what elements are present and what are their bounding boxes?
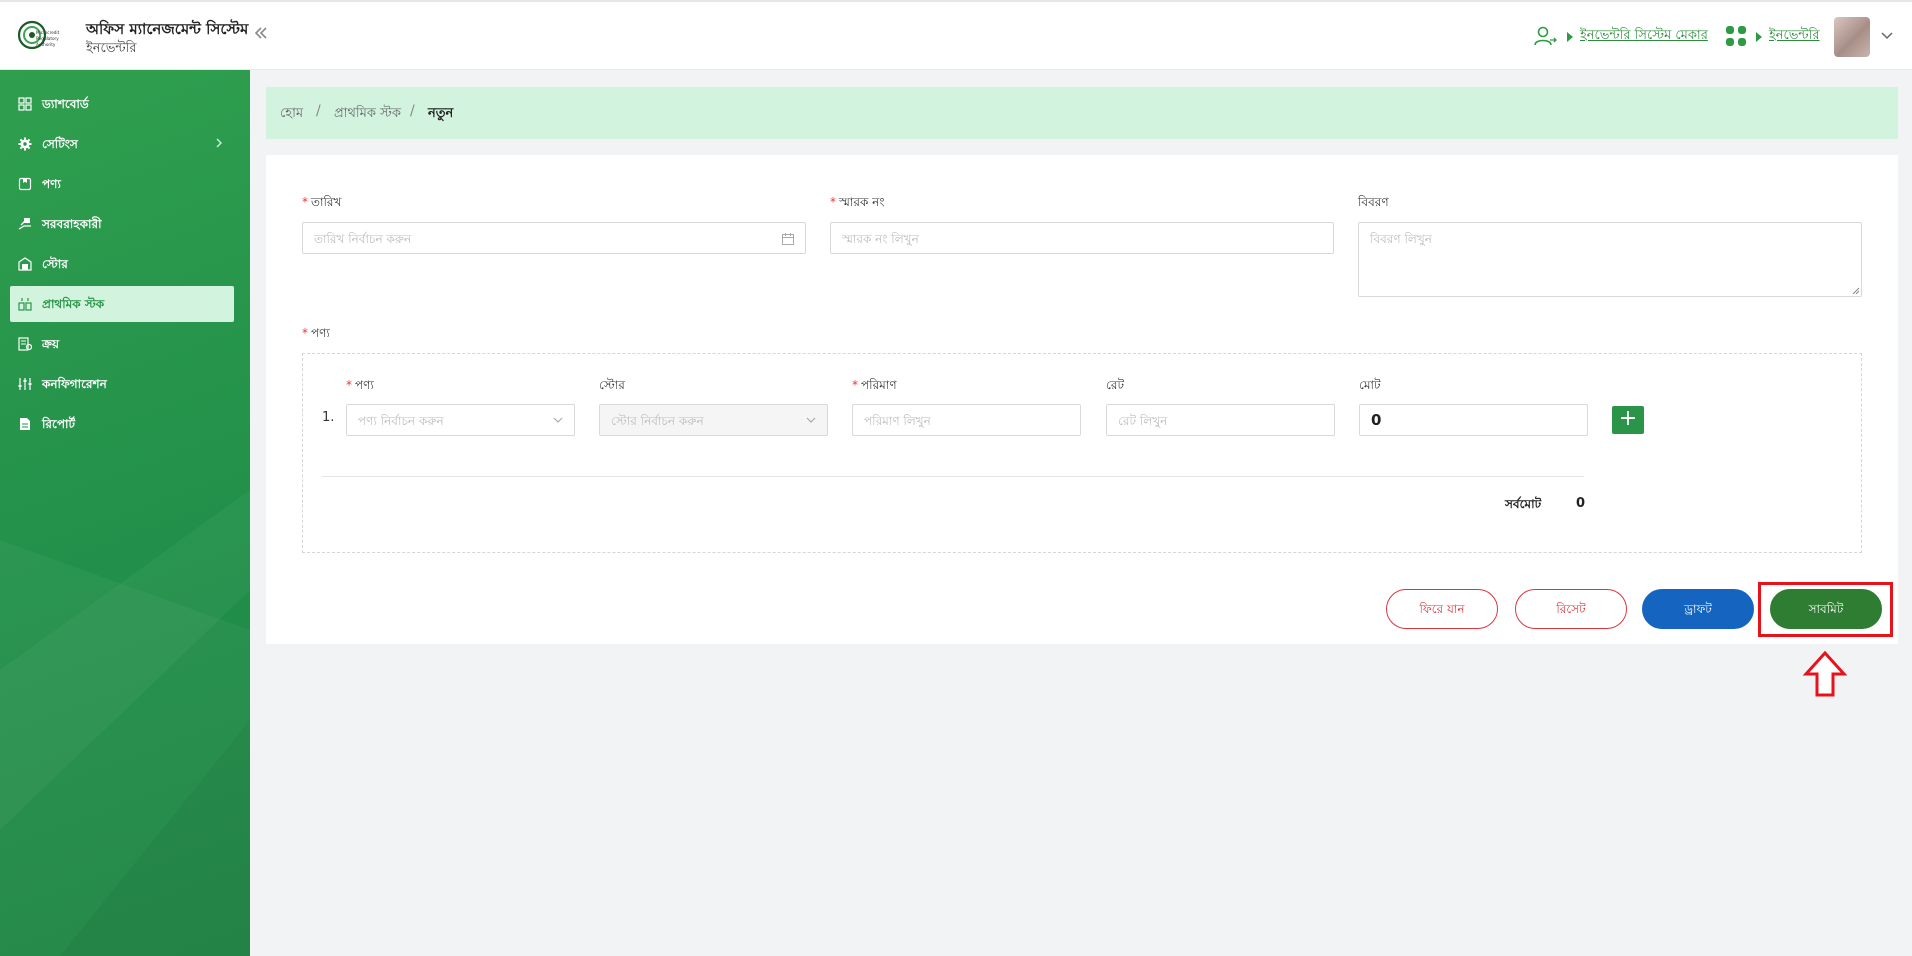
description-label: বিবরণ: [1358, 195, 1389, 209]
draft-button[interactable]: ড্রাফট: [1642, 589, 1754, 629]
chevron-down-icon: [806, 417, 816, 423]
sidebar-collapse-button[interactable]: [253, 24, 269, 46]
sidebar-item-initial-stock[interactable]: প্রাথমিক স্টক: [10, 286, 234, 322]
sidebar-item-settings[interactable]: সেটিংস: [10, 126, 234, 162]
double-chevron-left-icon: [254, 27, 267, 39]
purchase-icon: [18, 337, 32, 351]
sidebar-item-label: প্রাথমিক স্টক: [42, 297, 105, 311]
product-items-container: [302, 353, 1862, 553]
top-header: Microcredit Regulatory Authority অফিস ম্…: [0, 0, 1912, 70]
sidebar-background-pattern: [0, 490, 250, 956]
product-select-placeholder: পণ্য নির্বাচন করুন: [358, 414, 444, 428]
breadcrumb-initial-stock[interactable]: প্রাথমিক স্টক: [334, 104, 401, 125]
total-field[interactable]: 0: [1359, 404, 1588, 436]
sidebar-item-label: পণ্য: [42, 177, 61, 191]
caret-right-icon: [1756, 32, 1762, 42]
store-select[interactable]: স্টোর নির্বাচন করুন: [599, 404, 828, 436]
report-icon: [20, 418, 30, 430]
memo-placeholder: স্মারক নং লিখুন: [842, 232, 919, 246]
date-placeholder: তারিখ নির্বাচন করুন: [314, 232, 412, 246]
date-picker[interactable]: তারিখ নির্বাচন করুন: [302, 222, 806, 254]
plus-icon: +: [1618, 406, 1638, 431]
product-icon: [18, 177, 32, 191]
organization-logo: Microcredit Regulatory Authority: [17, 20, 60, 50]
row-total-value: 0: [1371, 411, 1382, 429]
quantity-column-label: * পরিমাণ: [852, 378, 897, 392]
sidebar-item-label: রিপোর্ট: [42, 417, 76, 431]
sidebar-item-label: সেটিংস: [42, 137, 78, 151]
submit-highlight-box: [1758, 582, 1893, 637]
date-label: * তারিখ: [302, 195, 342, 209]
arrow-up-icon: [1802, 650, 1848, 697]
divider: [322, 476, 1584, 477]
breadcrumb-home[interactable]: হোম: [280, 104, 303, 125]
user-avatar[interactable]: [1834, 17, 1870, 57]
grand-total-label: সর্বমোট: [1505, 497, 1542, 511]
store-select-placeholder: স্টোর নির্বাচন করুন: [611, 414, 704, 428]
user-swap-icon: [1534, 26, 1557, 46]
rate-input[interactable]: রেট লিখুন: [1106, 404, 1335, 436]
initial-stock-icon: [18, 298, 32, 311]
reset-button[interactable]: রিসেট: [1515, 589, 1627, 629]
sidebar-item-supplier[interactable]: সরবরাহকারী: [10, 206, 234, 242]
module-link[interactable]: ইনভেন্টরি: [1769, 26, 1820, 47]
chevron-right-icon: [216, 138, 222, 148]
quantity-placeholder: পরিমাণ লিখুন: [864, 414, 931, 428]
svg-text:Microcredit: Microcredit: [36, 30, 60, 35]
sidebar-item-configuration[interactable]: কনফিগারেশন: [10, 366, 234, 402]
sidebar-item-label: সরবরাহকারী: [42, 217, 102, 231]
dashboard-icon: [18, 97, 32, 111]
store-icon: [18, 257, 32, 271]
sidebar-item-label: ক্রয়: [42, 337, 60, 351]
description-textarea[interactable]: বিবরণ লিখুন: [1358, 222, 1862, 297]
rate-column-label: রেট: [1106, 378, 1125, 392]
svg-text:Authority: Authority: [36, 42, 56, 47]
sidebar-item-report[interactable]: রিপোর্ট: [10, 406, 234, 442]
sidebar-item-purchase[interactable]: ক্রয়: [10, 326, 234, 362]
add-row-button[interactable]: +: [1612, 406, 1644, 434]
chevron-down-icon[interactable]: [1880, 28, 1894, 42]
back-button[interactable]: ফিরে যান: [1386, 589, 1498, 629]
sidebar-item-dashboard[interactable]: ড্যাশবোর্ড: [10, 86, 234, 122]
memo-input[interactable]: স্মারক নং লিখুন: [830, 222, 1334, 254]
caret-right-icon: [1567, 32, 1573, 42]
products-section-label: * পণ্য: [302, 326, 330, 340]
memo-label: * স্মারক নং: [830, 195, 885, 209]
sidebar-item-store[interactable]: স্টোর: [10, 246, 234, 282]
supplier-icon: [18, 218, 31, 230]
calendar-icon: [782, 233, 794, 245]
sidebar: ড্যাশবোর্ড সেটিংস পণ্য সরবরাহকারী স্টোর …: [0, 70, 250, 956]
module-name: ইনভেন্টরি: [86, 41, 137, 56]
sidebar-item-product[interactable]: পণ্য: [10, 166, 234, 202]
chevron-down-icon: [553, 417, 563, 423]
product-column-label: * পণ্য: [346, 378, 374, 392]
gear-icon: [18, 137, 32, 151]
sidebar-item-label: কনফিগারেশন: [42, 377, 107, 391]
role-link[interactable]: ইনভেন্টরি সিস্টেম মেকার: [1580, 26, 1708, 47]
quantity-input[interactable]: পরিমাণ লিখুন: [852, 404, 1081, 436]
breadcrumb-current: নতুন: [428, 106, 454, 121]
breadcrumb: হোম / প্রাথমিক স্টক / নতুন: [266, 87, 1898, 139]
resize-handle-icon[interactable]: [1852, 287, 1860, 295]
breadcrumb-separator: /: [316, 103, 321, 119]
sidebar-item-label: স্টোর: [42, 257, 68, 271]
grand-total-value: 0: [1576, 496, 1586, 511]
store-column-label: স্টোর: [599, 378, 625, 392]
svg-text:Regulatory: Regulatory: [36, 36, 59, 41]
apps-grid-icon[interactable]: [1724, 24, 1748, 48]
sidebar-item-label: ড্যাশবোর্ড: [42, 97, 89, 111]
configuration-icon: [18, 378, 32, 390]
product-select[interactable]: পণ্য নির্বাচন করুন: [346, 404, 575, 436]
description-placeholder: বিবরণ লিখুন: [1370, 232, 1432, 246]
total-column-label: মোট: [1359, 378, 1381, 392]
row-number: 1.: [322, 410, 335, 425]
breadcrumb-separator: /: [410, 103, 415, 119]
rate-placeholder: রেট লিখুন: [1118, 414, 1168, 428]
